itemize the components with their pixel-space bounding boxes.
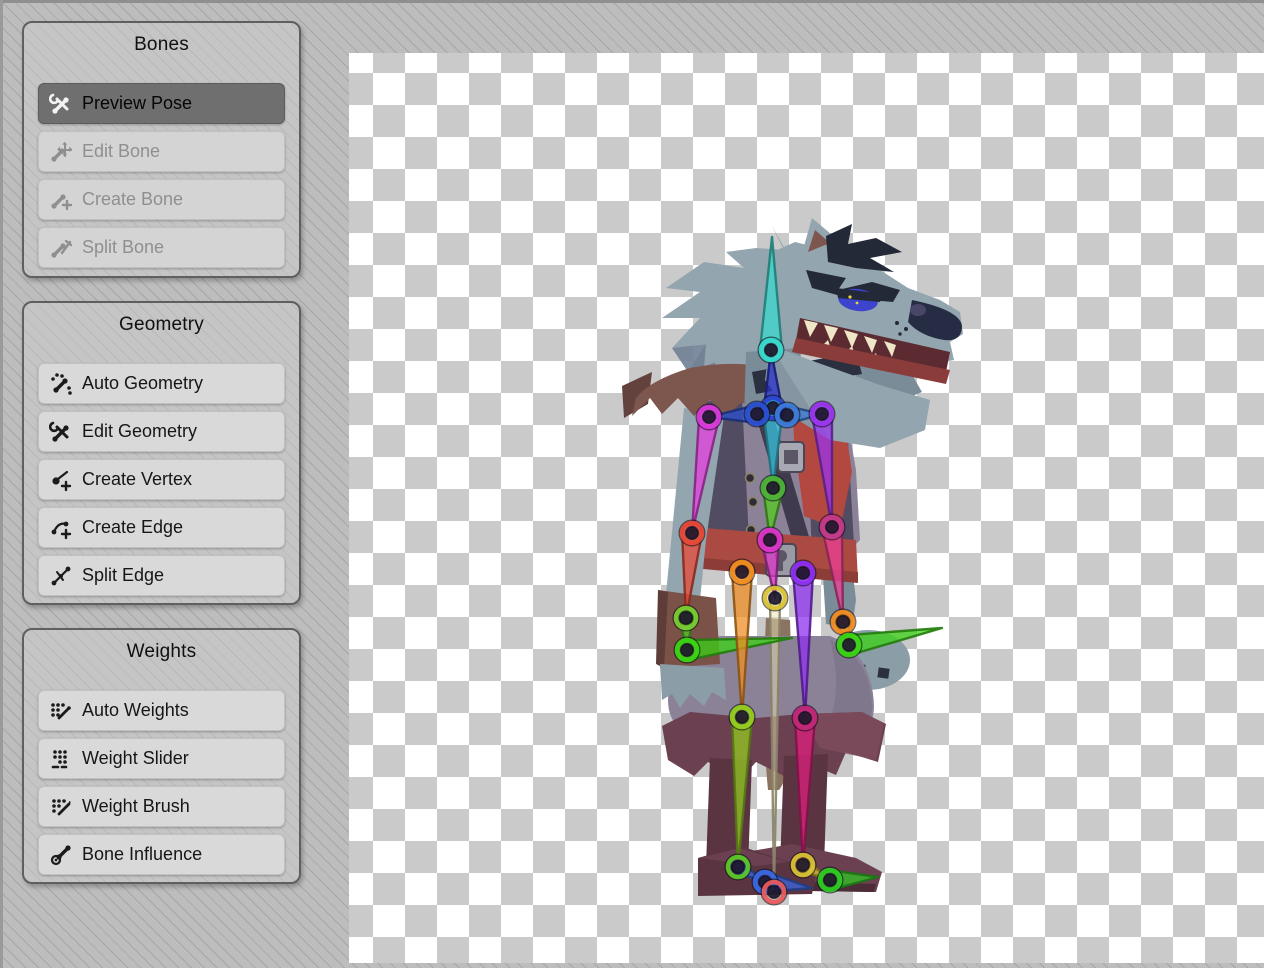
joint-shoulder-right[interactable] — [810, 402, 835, 427]
button-label: Create Edge — [82, 517, 183, 538]
joint-knee-left[interactable] — [730, 705, 755, 730]
create-edge-button[interactable]: Create Edge — [38, 507, 285, 548]
button-label: Weight Brush — [82, 796, 190, 817]
panel-geometry: Geometry Auto Geometry Edit Geometry Create… — [22, 301, 301, 605]
joint-hip-left[interactable] — [730, 560, 755, 585]
button-label: Create Vertex — [82, 469, 192, 490]
joint-clav-left-base[interactable] — [745, 402, 770, 427]
auto-geometry-icon — [49, 372, 73, 396]
joint-wrist-left[interactable] — [674, 606, 699, 631]
panel-bones: Bones Preview Pose Edit Bone Create Bone Spl… — [22, 21, 301, 278]
panel-title: Geometry — [38, 314, 285, 336]
joint-hand-right[interactable] — [837, 633, 862, 658]
auto-weights-icon — [49, 699, 73, 723]
joint-tail-base[interactable] — [763, 586, 788, 611]
button-label: Auto Geometry — [82, 373, 203, 394]
edit-geometry-icon — [49, 420, 73, 444]
auto-weights-button[interactable]: Auto Weights — [38, 690, 285, 731]
split-bone-icon — [49, 236, 73, 260]
weight-slider-icon — [49, 747, 73, 771]
joint-clav-right-base[interactable] — [775, 403, 800, 428]
split-edge-button[interactable]: Split Edge — [38, 555, 285, 596]
panel-title: Bones — [38, 34, 285, 56]
joint-knee-right[interactable] — [793, 706, 818, 731]
joint-hip-right[interactable] — [791, 561, 816, 586]
button-label: Edit Bone — [82, 141, 160, 162]
auto-geometry-button[interactable]: Auto Geometry — [38, 363, 285, 404]
joint-wrist-right[interactable] — [831, 610, 856, 635]
button-label: Create Bone — [82, 189, 183, 210]
joint-pelvis-joint[interactable] — [758, 528, 783, 553]
character-sprite — [622, 218, 963, 896]
button-label: Weight Slider — [82, 748, 189, 769]
button-label: Preview Pose — [82, 93, 192, 114]
window-top-edge — [0, 0, 1264, 3]
bone-influence-icon — [49, 843, 73, 867]
panel-title: Weights — [38, 641, 285, 663]
split-bone-button[interactable]: Split Bone — [38, 227, 285, 268]
button-label: Split Edge — [82, 565, 164, 586]
create-vertex-icon — [49, 468, 73, 492]
button-label: Split Bone — [82, 237, 164, 258]
button-label: Auto Weights — [82, 700, 189, 721]
edit-bone-button[interactable]: Edit Bone — [38, 131, 285, 172]
split-edge-icon — [49, 564, 73, 588]
bone-influence-button[interactable]: Bone Influence — [38, 834, 285, 875]
joint-elbow-left[interactable] — [680, 521, 705, 546]
edit-geometry-button[interactable]: Edit Geometry — [38, 411, 285, 452]
preview-pose-icon — [49, 92, 73, 116]
create-vertex-button[interactable]: Create Vertex — [38, 459, 285, 500]
weight-brush-button[interactable]: Weight Brush — [38, 786, 285, 827]
sprite-canvas[interactable] — [349, 53, 1264, 963]
weight-brush-icon — [49, 795, 73, 819]
joint-elbow-right[interactable] — [820, 515, 845, 540]
joint-ankle-left[interactable] — [726, 855, 751, 880]
preview-pose-button[interactable]: Preview Pose — [38, 83, 285, 124]
create-edge-icon — [49, 516, 73, 540]
edit-bone-icon — [49, 140, 73, 164]
joint-hand-left[interactable] — [675, 638, 700, 663]
create-bone-button[interactable]: Create Bone — [38, 179, 285, 220]
create-bone-icon — [49, 188, 73, 212]
window-left-edge — [0, 0, 3, 968]
button-label: Edit Geometry — [82, 421, 197, 442]
joint-foot-right[interactable] — [818, 868, 843, 893]
joint-head-base[interactable] — [759, 338, 784, 363]
weight-slider-button[interactable]: Weight Slider — [38, 738, 285, 779]
panel-weights: Weights Auto Weights Weight Slider Weight B… — [22, 628, 301, 884]
joint-tail-tip[interactable] — [762, 880, 787, 905]
joint-chest-joint[interactable] — [761, 476, 786, 501]
joint-shoulder-left[interactable] — [697, 405, 722, 430]
joint-ankle-right[interactable] — [791, 853, 816, 878]
button-label: Bone Influence — [82, 844, 202, 865]
